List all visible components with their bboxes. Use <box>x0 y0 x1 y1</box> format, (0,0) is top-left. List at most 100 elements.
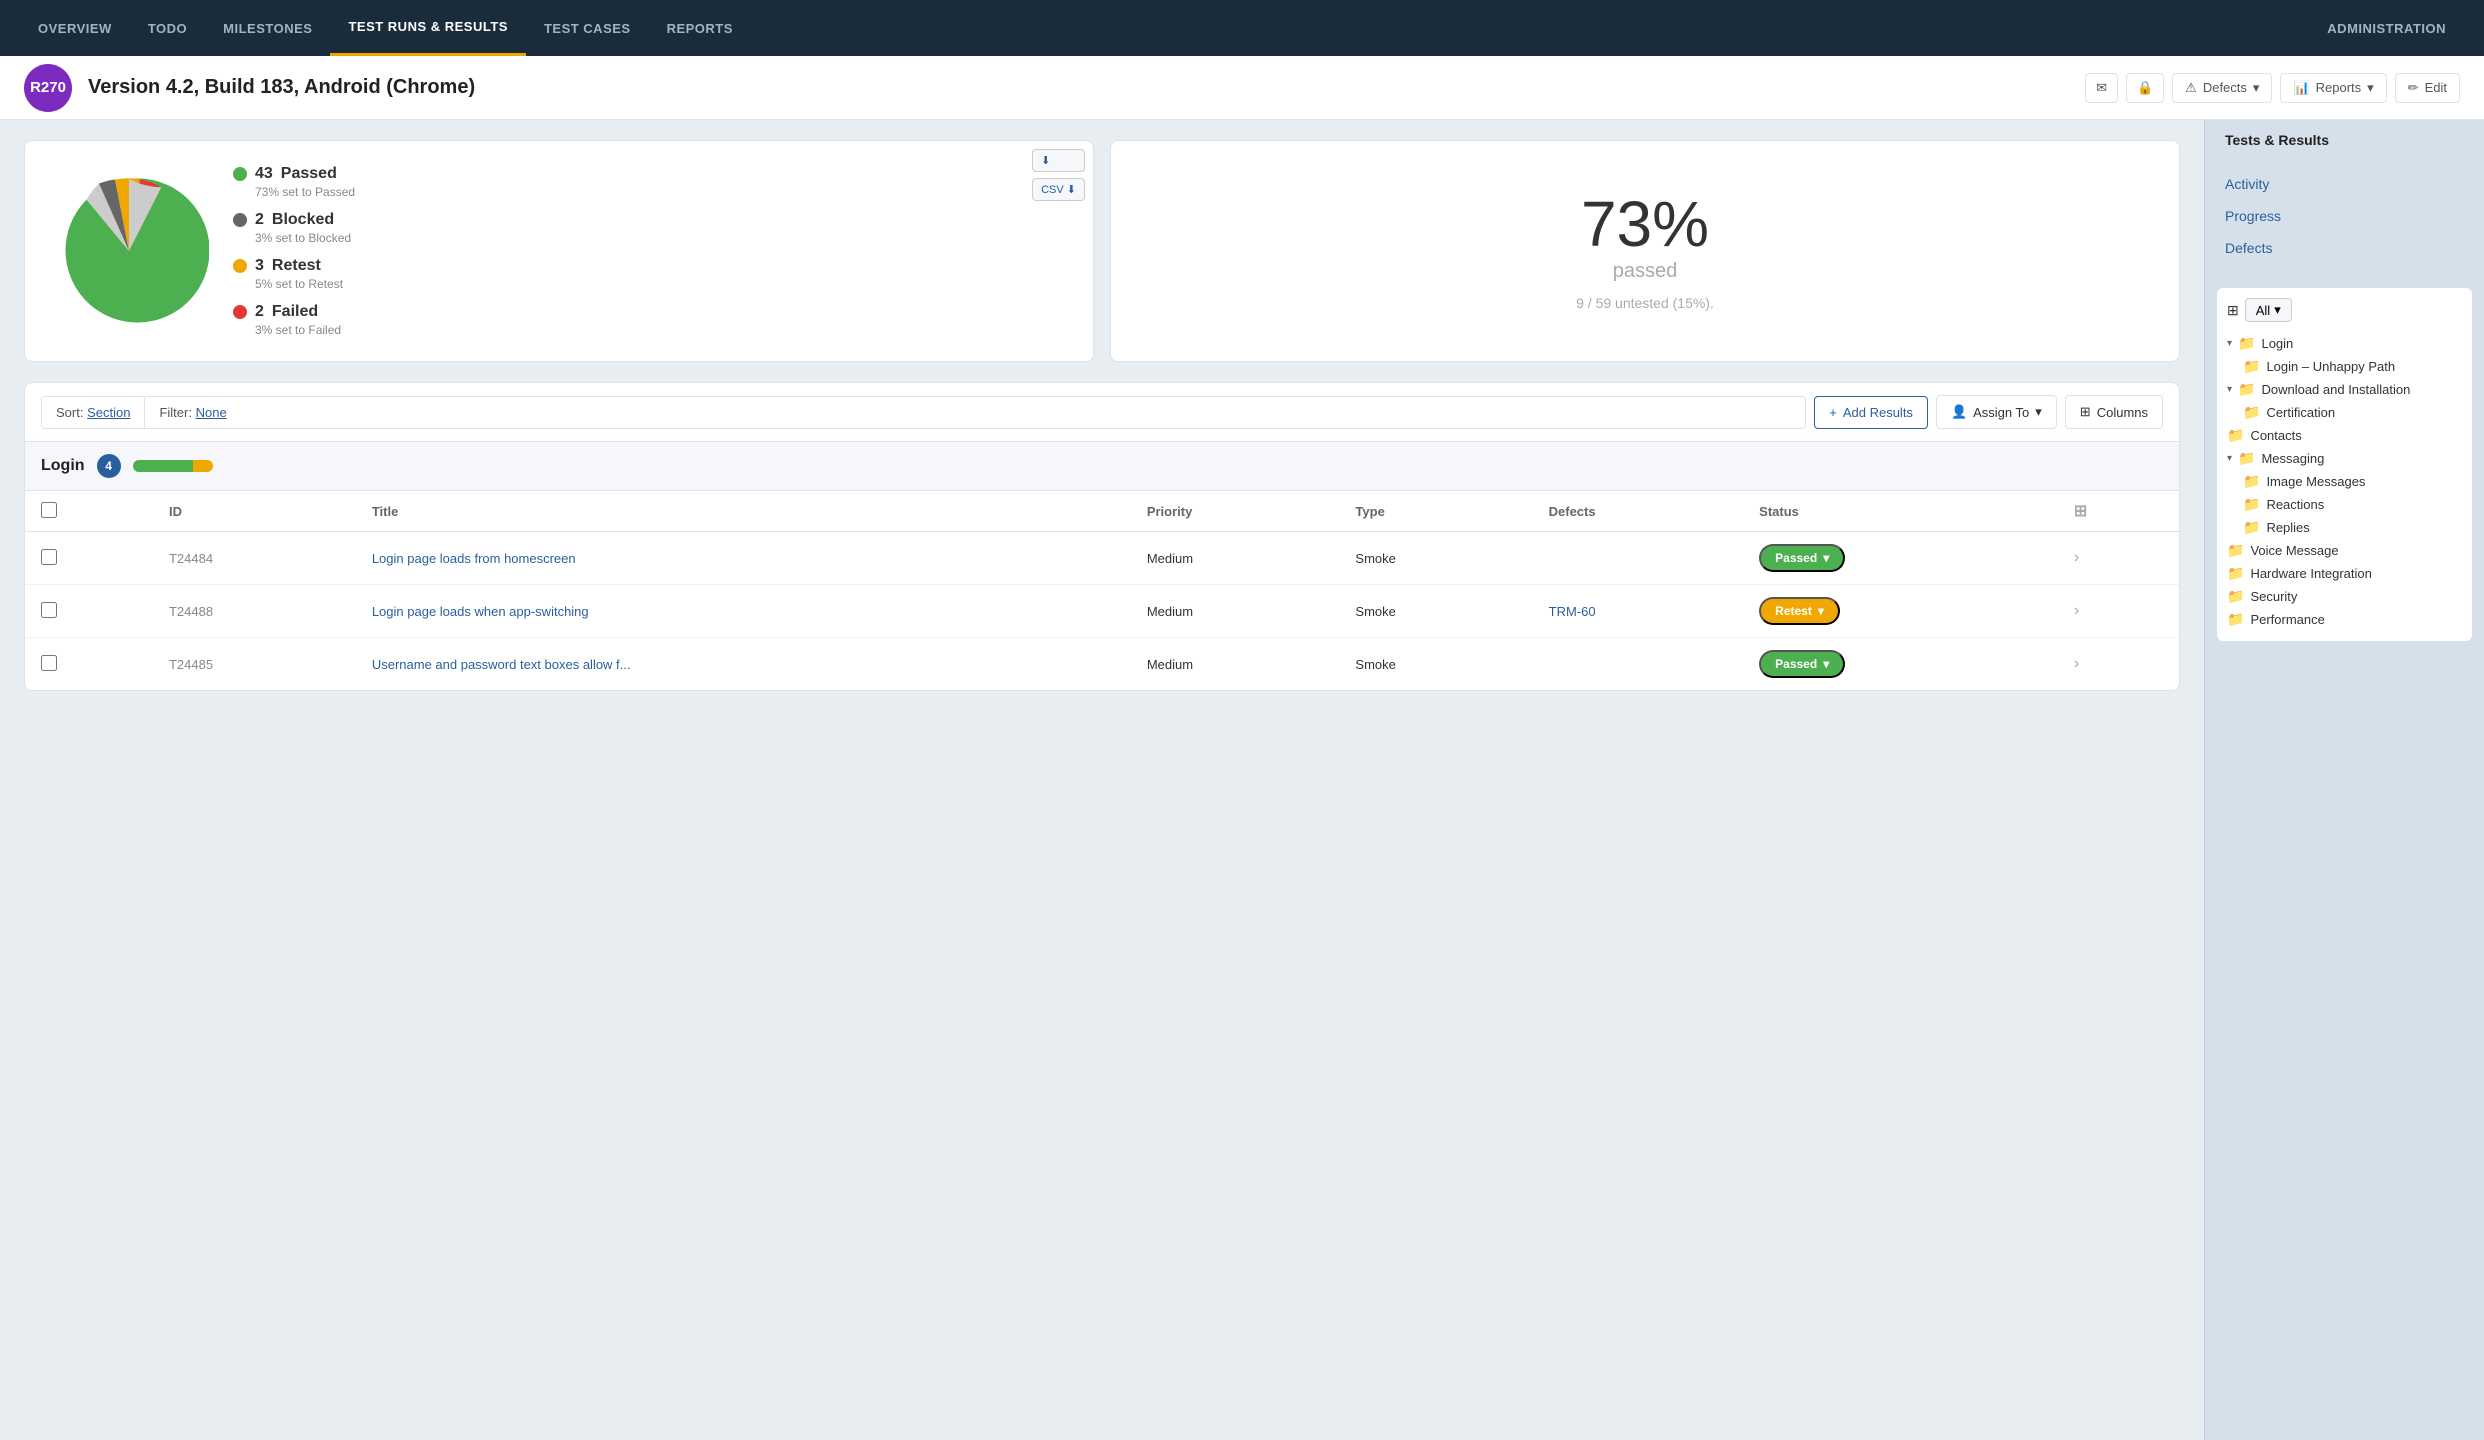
status-chevron-icon: ▾ <box>1823 657 1829 671</box>
tree-item-replies[interactable]: 📁 Replies <box>2227 516 2462 539</box>
folder-icon: 📁 <box>2227 427 2244 444</box>
table-row: T24488 Login page loads when app-switchi… <box>25 585 2179 638</box>
tree-item-contacts[interactable]: 📁 Contacts <box>2227 424 2462 447</box>
lock-button[interactable]: 🔒 <box>2126 73 2164 103</box>
sort-value[interactable]: Section <box>87 405 130 420</box>
row-checkbox[interactable] <box>41 655 57 671</box>
columns-icon: ⊞ <box>2080 404 2091 420</box>
columns-label: Columns <box>2097 405 2148 420</box>
tree-filter-button[interactable]: All ▾ <box>2245 298 2292 322</box>
status-badge[interactable]: Passed ▾ <box>1759 650 1845 678</box>
row-title: Username and password text boxes allow f… <box>356 638 1131 691</box>
nav-milestones[interactable]: MILESTONES <box>205 0 330 56</box>
progress-green <box>133 460 193 472</box>
row-id: T24488 <box>153 585 356 638</box>
row-checkbox[interactable] <box>41 549 57 565</box>
status-badge[interactable]: Passed ▾ <box>1759 544 1845 572</box>
tree-item-label: Messaging <box>2261 451 2324 466</box>
col-settings[interactable]: ⊞ <box>2058 491 2179 532</box>
row-title: Login page loads from homescreen <box>356 532 1131 585</box>
export-icons: ⬇ CSV ⬇ <box>1032 149 1085 201</box>
row-title-link[interactable]: Username and password text boxes allow f… <box>372 657 631 672</box>
sidebar-nav-progress[interactable]: Progress <box>2205 200 2484 232</box>
tree-item-hardware-integration[interactable]: 📁 Hardware Integration <box>2227 562 2462 585</box>
row-expand[interactable]: › <box>2058 532 2179 585</box>
reports-label: Reports <box>2316 80 2362 95</box>
row-expand[interactable]: › <box>2058 585 2179 638</box>
sidebar-nav-defects[interactable]: Defects <box>2205 232 2484 264</box>
tree-filter-chevron-icon: ▾ <box>2274 302 2281 318</box>
columns-button[interactable]: ⊞ Columns <box>2065 395 2163 429</box>
status-badge[interactable]: Retest ▾ <box>1759 597 1840 625</box>
csv-button[interactable]: CSV ⬇ <box>1032 178 1085 201</box>
add-results-button[interactable]: + Add Results <box>1814 396 1928 429</box>
assign-to-button[interactable]: 👤 Assign To ▾ <box>1936 395 2057 429</box>
filter-value[interactable]: None <box>196 405 227 420</box>
folder-icon: 📁 <box>2238 450 2255 467</box>
blocked-label: Blocked <box>272 211 334 229</box>
email-button[interactable]: ✉ <box>2085 73 2118 103</box>
row-priority: Medium <box>1131 638 1340 691</box>
nav-test-cases[interactable]: TEST CASES <box>526 0 649 56</box>
assign-chevron-icon: ▾ <box>2035 404 2042 420</box>
nav-administration[interactable]: ADMINISTRATION <box>2309 0 2464 56</box>
percent-card: 73% passed 9 / 59 untested (15%). <box>1110 140 2180 362</box>
tree-item-voice-message[interactable]: 📁 Voice Message <box>2227 539 2462 562</box>
tree-item-download[interactable]: ▾ 📁 Download and Installation <box>2227 378 2462 401</box>
tree-item-messaging[interactable]: ▾ 📁 Messaging <box>2227 447 2462 470</box>
blocked-count: 2 <box>255 211 264 229</box>
col-defects: Defects <box>1533 491 1744 532</box>
content-area: 43 Passed 73% set to Passed 2 Blocked 3%… <box>0 120 2204 1440</box>
pie-chart <box>49 171 209 331</box>
sort-part: Sort: Section <box>42 397 145 428</box>
tree-item-security[interactable]: 📁 Security <box>2227 585 2462 608</box>
reports-chevron-icon: ▾ <box>2367 80 2374 96</box>
tree-item-label: Reactions <box>2266 497 2324 512</box>
edit-icon: ✏ <box>2408 80 2419 96</box>
csv-icon: CSV ⬇ <box>1041 183 1076 196</box>
reports-button[interactable]: 📊 Reports ▾ <box>2280 73 2386 103</box>
tree-arrow-icon: ▾ <box>2227 384 2232 395</box>
download-button[interactable]: ⬇ <box>1032 149 1085 172</box>
legend-failed: 2 Failed 3% set to Failed <box>233 303 1069 337</box>
tree-item-performance[interactable]: 📁 Performance <box>2227 608 2462 631</box>
row-expand[interactable]: › <box>2058 638 2179 691</box>
tree-item-certification[interactable]: 📁 Certification <box>2227 401 2462 424</box>
nav-todo[interactable]: TODO <box>130 0 205 56</box>
row-title-link[interactable]: Login page loads from homescreen <box>372 551 576 566</box>
tree-item-image-messages[interactable]: 📁 Image Messages <box>2227 470 2462 493</box>
row-checkbox[interactable] <box>41 602 57 618</box>
defects-label: Defects <box>2203 80 2247 95</box>
tree-grid-icon: ⊞ <box>2227 302 2239 319</box>
run-badge: R270 <box>24 64 72 112</box>
row-priority: Medium <box>1131 532 1340 585</box>
folder-icon: 📁 <box>2243 473 2260 490</box>
defects-button[interactable]: ⚠ Defects ▾ <box>2172 73 2272 103</box>
defect-link[interactable]: TRM-60 <box>1549 604 1596 619</box>
section-progress-bar <box>133 460 213 472</box>
row-title-link[interactable]: Login page loads when app-switching <box>372 604 589 619</box>
tree-item-label: Voice Message <box>2250 543 2338 558</box>
sidebar-nav-activity[interactable]: Activity <box>2205 168 2484 200</box>
nav-overview[interactable]: OVERVIEW <box>20 0 130 56</box>
tree-item-reactions[interactable]: 📁 Reactions <box>2227 493 2462 516</box>
legend-passed: 43 Passed 73% set to Passed <box>233 165 1069 199</box>
nav-test-runs[interactable]: TEST RUNS & RESULTS <box>330 0 526 56</box>
reports-chart-icon: 📊 <box>2293 80 2309 96</box>
percent-label: passed <box>1613 260 1678 283</box>
folder-icon: 📁 <box>2227 588 2244 605</box>
retest-label: Retest <box>272 257 321 275</box>
row-defects <box>1533 638 1744 691</box>
col-checkbox <box>25 491 153 532</box>
row-priority: Medium <box>1131 585 1340 638</box>
tree-item-login[interactable]: ▾ 📁 Login <box>2227 332 2462 355</box>
download-icon: ⬇ <box>1041 154 1050 167</box>
tree-item-login-unhappy[interactable]: 📁 Login – Unhappy Path <box>2227 355 2462 378</box>
edit-button[interactable]: ✏ Edit <box>2395 73 2460 103</box>
sidebar-nav: Activity Progress Defects <box>2205 152 2484 280</box>
select-all-checkbox[interactable] <box>41 502 57 518</box>
failed-pct: 3% set to Failed <box>233 323 1069 337</box>
nav-reports[interactable]: REPORTS <box>649 0 751 56</box>
tree-arrow-icon: ▾ <box>2227 453 2232 464</box>
top-nav: OVERVIEW TODO MILESTONES TEST RUNS & RES… <box>0 0 2484 56</box>
